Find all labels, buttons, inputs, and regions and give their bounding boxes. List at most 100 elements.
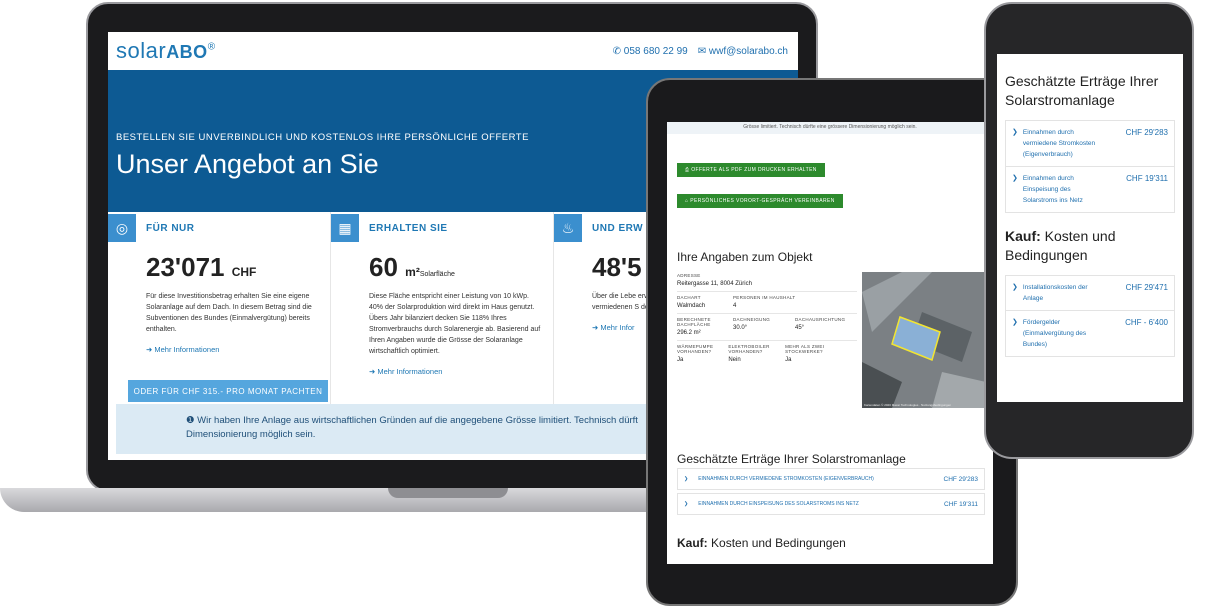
info-icon: ❶ <box>186 415 198 426</box>
boiler-value: Nein <box>728 357 741 363</box>
pdf-offer-label: OFFERTE ALS PDF ZUM DRUCKEN ERHALTEN <box>691 167 817 173</box>
more-info-link[interactable]: ➜ Mehr Informationen <box>369 367 553 376</box>
cost-row[interactable]: ❯ Fördergelder (Einmalvergütung des Bunde… <box>1006 311 1174 356</box>
card-big-number: 60 <box>369 252 398 282</box>
meeting-label: PERSÖNLICHES VORORT-GESPRÄCH VEREINBAREN <box>690 198 835 204</box>
card-value: 23'071 CHF <box>146 252 330 283</box>
persons-label: PERSONEN IM HAUSHALT <box>733 295 796 300</box>
satellite-map[interactable]: Kartendaten © 2020 Maxar Technologies · … <box>862 272 986 408</box>
offer-card-area: ▦ ERHALTEN SIE 60 m²Solarfläche Diese Flä… <box>331 212 554 412</box>
more-info-link[interactable]: ➜ Mehr Informationen <box>146 345 330 354</box>
phone-icon: ✆ <box>612 45 624 57</box>
earnings-section-title: Geschätzte Erträge Ihrer Solarstromanlag… <box>1005 73 1159 108</box>
roof-pitch-value: 30.0° <box>733 325 748 331</box>
address-label: ADRESSE <box>677 273 701 278</box>
address-value: Reitergasse 11, 8004 Zürich <box>677 281 752 287</box>
laptop-base <box>0 488 720 512</box>
map-imagery <box>862 272 986 408</box>
card-unit: m² <box>405 265 420 279</box>
card-label: UND ERW <box>592 222 644 234</box>
chevron-circle-icon: ❯ <box>1012 319 1018 326</box>
earnings-label: EINNAHMEN DURCH VERMIEDENE STROMKOSTEN (… <box>698 476 874 482</box>
logo-registered: ® <box>207 41 216 53</box>
map-credit: Kartendaten © 2020 Maxar Technologies · … <box>864 403 952 407</box>
email-address: wwf@solarabo.ch <box>708 45 788 57</box>
cost-amount: CHF 29'471 <box>1125 283 1168 292</box>
piggy-bank-icon: ♨ <box>554 214 582 242</box>
logo-text: solar <box>116 38 167 63</box>
purchase-bold: Kauf: <box>1005 228 1041 244</box>
roof-area-label: BERECHNETE DACHFLÄCHE <box>677 317 711 327</box>
purchase-bold: Kauf: <box>677 536 708 550</box>
more-info-label: Mehr Infor <box>600 323 635 332</box>
roof-type-value: Walmdach <box>677 303 706 309</box>
earnings-amount: CHF 19'311 <box>944 500 978 508</box>
earnings-amount: CHF 19'311 <box>1126 174 1168 183</box>
card-big-number: 23'071 <box>146 252 225 282</box>
roof-orientation-value: 45° <box>795 325 805 331</box>
object-section-title: Ihre Angaben zum Objekt <box>677 250 813 264</box>
earnings-amount: CHF 29'283 <box>943 475 978 483</box>
purchase-section-title: Kauf: Kosten und Bedingungen <box>677 536 846 550</box>
chevron-circle-icon: ❯ <box>1012 129 1018 136</box>
offer-card-price: ◎ FÜR NUR 23'071 CHF Für diese Investitio… <box>108 212 331 412</box>
earnings-amount: CHF 29'283 <box>1125 128 1168 137</box>
solarabo-logo[interactable]: solarABO® <box>116 38 216 64</box>
meeting-button[interactable]: ⌂ PERSÖNLICHES VORORT-GESPRÄCH VEREINBAR… <box>677 194 843 208</box>
card-label: FÜR NUR <box>146 222 195 234</box>
earnings-section-title: Geschätzte Erträge Ihrer Solarstromanlag… <box>677 452 906 466</box>
card-label: ERHALTEN SIE <box>369 222 448 234</box>
floors-value: Ja <box>785 357 792 363</box>
logo-bold: ABO <box>166 42 208 62</box>
cost-amount: CHF - 6'400 <box>1125 318 1168 327</box>
earnings-row[interactable]: ❯ EINNAHMEN DURCH VERMIEDENE STROMKOSTEN … <box>677 468 985 490</box>
persons-value: 4 <box>733 303 737 309</box>
mail-icon: ✉ <box>697 45 709 57</box>
purchase-rest: Kosten und Bedingungen <box>711 536 846 550</box>
email-link[interactable]: ✉ wwf@solarabo.ch <box>698 46 788 57</box>
tablet-notice-strip: Grösse limitiert. Technisch dürfte eine … <box>667 122 993 134</box>
purchase-list: ❯ Installationskosten der Anlage CHF 29'47… <box>1005 275 1175 357</box>
roof-type-label: DACHART <box>677 295 701 300</box>
earnings-label: Einnahmen durch vermiedene Stromkosten (… <box>1022 129 1096 158</box>
card-text: Für diese Investitionsbetrag erhalten Si… <box>146 293 312 333</box>
boiler-label: ELEKTROBOILER VORHANDEN? <box>728 344 770 354</box>
roof-orientation-label: DACHAUSRICHTUNG <box>795 317 846 322</box>
card-value: 60 m²Solarfläche <box>369 252 553 283</box>
coins-icon: ◎ <box>108 214 136 242</box>
solar-panel-icon: ▦ <box>331 214 359 242</box>
phone-number: 058 680 22 99 <box>623 45 688 57</box>
chevron-circle-icon: ❯ <box>1012 175 1018 182</box>
phone-link[interactable]: ✆ 058 680 22 99 <box>613 46 688 57</box>
cost-label: Fördergelder (Einmalvergütung des Bundes… <box>1022 319 1087 348</box>
rent-button[interactable]: ODER FÜR CHF 315.- PRO MONAT PACHTEN <box>128 380 328 402</box>
laptop-notch <box>388 488 508 498</box>
earnings-label: Einnahmen durch Einspeisung des Solarstr… <box>1022 175 1083 204</box>
earnings-row[interactable]: ❯ Einnahmen durch Einspeisung des Solarst… <box>1006 167 1174 212</box>
card-unit: CHF <box>231 265 257 279</box>
chevron-circle-icon: ❯ <box>684 476 689 482</box>
earnings-list: ❯ Einnahmen durch vermiedene Stromkosten … <box>1005 120 1175 213</box>
heat-pump-label: WÄRMEPUMPE VORHANDEN? <box>677 344 714 354</box>
site-header: solarABO® ✆ 058 680 22 99 ✉ wwf@solarabo… <box>108 32 798 70</box>
info-text: Wir haben Ihre Anlage aus wirtschaftlich… <box>197 415 638 426</box>
earnings-label: EINNAHMEN DURCH EINSPEISUNG DES SOLARSTR… <box>698 501 859 507</box>
contact-info: ✆ 058 680 22 99 ✉ wwf@solarabo.ch <box>613 46 788 57</box>
roof-area-value: 296.2 m² <box>677 330 701 336</box>
earnings-row[interactable]: ❯ Einnahmen durch vermiedene Stromkosten … <box>1006 121 1174 167</box>
phone-screen: Geschätzte Erträge Ihrer Solarstromanlag… <box>997 54 1183 402</box>
chevron-circle-icon: ❯ <box>1012 284 1018 291</box>
pdf-offer-button[interactable]: ⎙ OFFERTE ALS PDF ZUM DRUCKEN ERHALTEN <box>677 163 825 177</box>
card-unit-sub: Solarfläche <box>419 271 455 278</box>
roof-pitch-label: DACHNEIGUNG <box>733 317 771 322</box>
card-text: Diese Fläche entspricht einer Leistung v… <box>369 293 541 355</box>
cost-label: Installationskosten der Anlage <box>1022 284 1088 302</box>
earnings-row[interactable]: ❯ EINNAHMEN DURCH EINSPEISUNG DES SOLARST… <box>677 493 985 515</box>
more-info-label: Mehr Informationen <box>154 345 220 354</box>
more-info-label: Mehr Informationen <box>377 367 443 376</box>
purchase-section-title: Kauf: Kosten und Bedingungen <box>1005 227 1175 265</box>
cost-row[interactable]: ❯ Installationskosten der Anlage CHF 29'47… <box>1006 276 1174 311</box>
floors-label: MEHR ALS ZWEI STOCKWERKE? <box>785 344 825 354</box>
tablet-screen: Grösse limitiert. Technisch dürfte eine … <box>667 122 993 564</box>
chevron-circle-icon: ❯ <box>684 501 689 507</box>
